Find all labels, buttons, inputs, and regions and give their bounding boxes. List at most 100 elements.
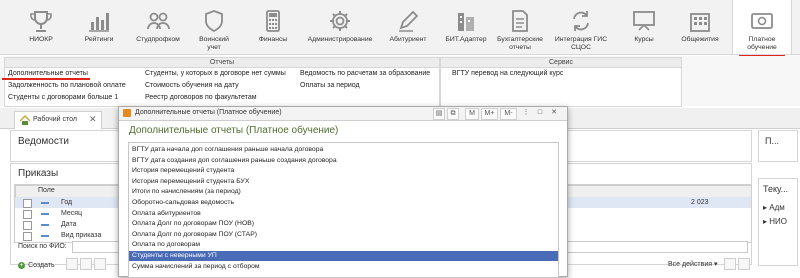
ribbon-courses[interactable]: Курсы [620, 0, 668, 54]
dialog-title: Дополнительные отчеты (Платное обучение) [129, 125, 339, 136]
dormitory-icon [690, 13, 710, 32]
ribbon-bit-adapter[interactable]: БИТ.Адаптер [440, 0, 492, 54]
memory-minus-button[interactable]: M- [500, 108, 517, 120]
top-ribbon: НИОКР Рейтинги Студпрофком Воинский учет [0, 0, 800, 57]
report-list-item[interactable]: Сумма начислений за период с отбором [129, 262, 558, 272]
orders-title: Приказы [18, 168, 59, 179]
app-icon [123, 109, 131, 117]
ribbon-military[interactable]: Воинский учет [192, 0, 236, 54]
memory-button[interactable]: M [465, 108, 479, 120]
doc-icon[interactable]: ▤ [433, 108, 445, 120]
report-list-item[interactable]: История перемещений студента [129, 166, 558, 176]
ribbon-label: Администрирование [307, 36, 373, 43]
ribbon-applicant[interactable]: Абитуриент [382, 0, 434, 54]
create-button[interactable]: + Создать [18, 260, 55, 269]
ribbon-main[interactable] [0, 0, 14, 54]
ribbon-accounting-reports[interactable]: Бухгалтерские отчеты [494, 0, 546, 54]
memory-plus-button[interactable]: M+ [481, 108, 498, 120]
menu-contracts-registry[interactable]: Реестр договоров по факультетам [145, 94, 257, 101]
service-group-title: Сервис [441, 58, 681, 68]
report-list-item[interactable]: Итоги по начислениям (за период) [129, 187, 558, 197]
ribbon-niokr[interactable]: НИОКР [18, 0, 64, 54]
report-icon [512, 10, 528, 32]
gear-icon [330, 11, 350, 31]
maximize-icon[interactable]: □ [535, 108, 545, 118]
ribbon-dormitory[interactable]: Общежития [674, 0, 726, 54]
menu-planned-debt[interactable]: Задолженность по плановой оплате [8, 82, 126, 89]
ribbon-label: Воинский учет [199, 36, 229, 51]
checkbox[interactable] [23, 210, 32, 219]
field-name: Год [61, 199, 73, 206]
copy-button[interactable] [66, 258, 78, 270]
link-icon[interactable]: ⧉ [447, 108, 459, 120]
right-pane-current: Теку... ▸ Адм ▸ НИО [758, 178, 798, 266]
calculator-icon [266, 10, 280, 32]
reports-list: ВГТУ дата начала доп соглашения раньше н… [128, 142, 559, 278]
list-item[interactable]: ▸ Адм [763, 203, 785, 212]
more-icon[interactable]: ⋮ [521, 108, 531, 118]
field-value: 2 023 [691, 199, 709, 206]
ribbon-label: Абитуриент [389, 36, 427, 43]
ribbon-label: Финансы [258, 36, 288, 43]
ribbon-administration[interactable]: Администрирование [302, 0, 378, 54]
menu-additional-reports[interactable]: Дополнительные отчеты [2, 70, 90, 80]
ribbon-label: БИТ.Адаптер [445, 36, 487, 43]
board-icon [633, 11, 655, 31]
ribbon-paid-education[interactable]: Платное обучение [732, 0, 792, 57]
checkbox[interactable] [23, 221, 32, 230]
plus-icon: + [18, 262, 25, 269]
ribbon-gis-integration[interactable]: Интеграция ГИС СЦОС [548, 0, 614, 54]
menu-students-many-contracts[interactable]: Студенты с договорами больше 1 [8, 94, 118, 101]
ribbon-label: Общежития [681, 36, 719, 43]
field-marker-icon [41, 235, 49, 237]
menu-settlement-statement[interactable]: Ведомость по расчетам за образование [300, 70, 430, 77]
field-marker-icon [41, 202, 49, 204]
report-list-item[interactable]: Оплата абитуриентов [129, 209, 558, 219]
ribbon-label: НИОКР [29, 36, 53, 43]
tab-desktop[interactable]: Рабочий стол ✕ [14, 111, 102, 129]
report-list-item[interactable]: Оплата Долг по договорам ПОУ (СТАР) [129, 230, 558, 240]
close-icon[interactable]: ✕ [549, 108, 559, 118]
right-current-title: Теку... [763, 184, 789, 194]
delete-button[interactable] [94, 258, 106, 270]
report-list-item[interactable]: Оборотно-сальдовая ведомость [129, 198, 558, 208]
report-list-item[interactable]: Оплата Долг по договорам ПОУ (НОВ) [129, 219, 558, 229]
field-name: Месяц [61, 210, 83, 217]
ribbon-finance[interactable]: Финансы [250, 0, 296, 54]
ribbon-label: Студпрофком [136, 36, 180, 43]
menu-transfer-next-course[interactable]: ВГТУ перевод на следующий курс [452, 70, 563, 77]
dialog-window-title: Дополнительные отчеты (Платное обучение) [135, 109, 282, 116]
report-list-item[interactable]: Студенты с неверными УП [129, 251, 558, 262]
menu-payments-period[interactable]: Оплаты за период [300, 82, 360, 89]
sync-icon [573, 11, 589, 31]
people-icon [147, 12, 170, 30]
list-item[interactable]: ▸ НИО [763, 217, 787, 226]
field-marker-icon [41, 224, 49, 226]
nav-next-button[interactable] [738, 258, 750, 270]
ribbon-label: Платное обучение [747, 36, 777, 51]
ribbon-ratings[interactable]: Рейтинги [76, 0, 122, 54]
money-icon [751, 13, 773, 29]
report-list-item[interactable]: Оплата по договорам [129, 240, 558, 250]
home-icon [19, 115, 31, 125]
menu-students-no-sum[interactable]: Студенты, у которых в договоре нет суммы [145, 70, 286, 77]
report-list-item[interactable]: История перемещений студента БУХ [129, 177, 558, 187]
close-icon[interactable]: ✕ [89, 114, 97, 125]
field-name: Дата [61, 221, 77, 228]
ribbon-studprofkom[interactable]: Студпрофком [130, 0, 186, 54]
tab-label: Рабочий стол [33, 116, 77, 123]
service-group: Сервис [440, 57, 682, 107]
checkbox[interactable] [23, 199, 32, 208]
menu-cost-on-date[interactable]: Стоимость обучения на дату [145, 82, 239, 89]
shield-icon [205, 10, 223, 33]
additional-reports-dialog: Дополнительные отчеты (Платное обучение)… [118, 106, 568, 278]
edit-button[interactable] [80, 258, 92, 270]
report-list-item[interactable]: ВГТУ дата начала доп соглашения раньше н… [129, 145, 558, 155]
ribbon-label: Рейтинги [84, 36, 114, 43]
all-actions-menu[interactable]: Все действия ▾ [668, 260, 718, 268]
checkbox[interactable] [23, 232, 32, 241]
nav-prev-button[interactable] [724, 258, 736, 270]
report-list-item[interactable]: ВГТУ дата создания доп соглашения раньше… [129, 156, 558, 166]
ribbon-label: Курсы [634, 36, 654, 43]
reports-group-title: Отчеты [5, 58, 439, 68]
